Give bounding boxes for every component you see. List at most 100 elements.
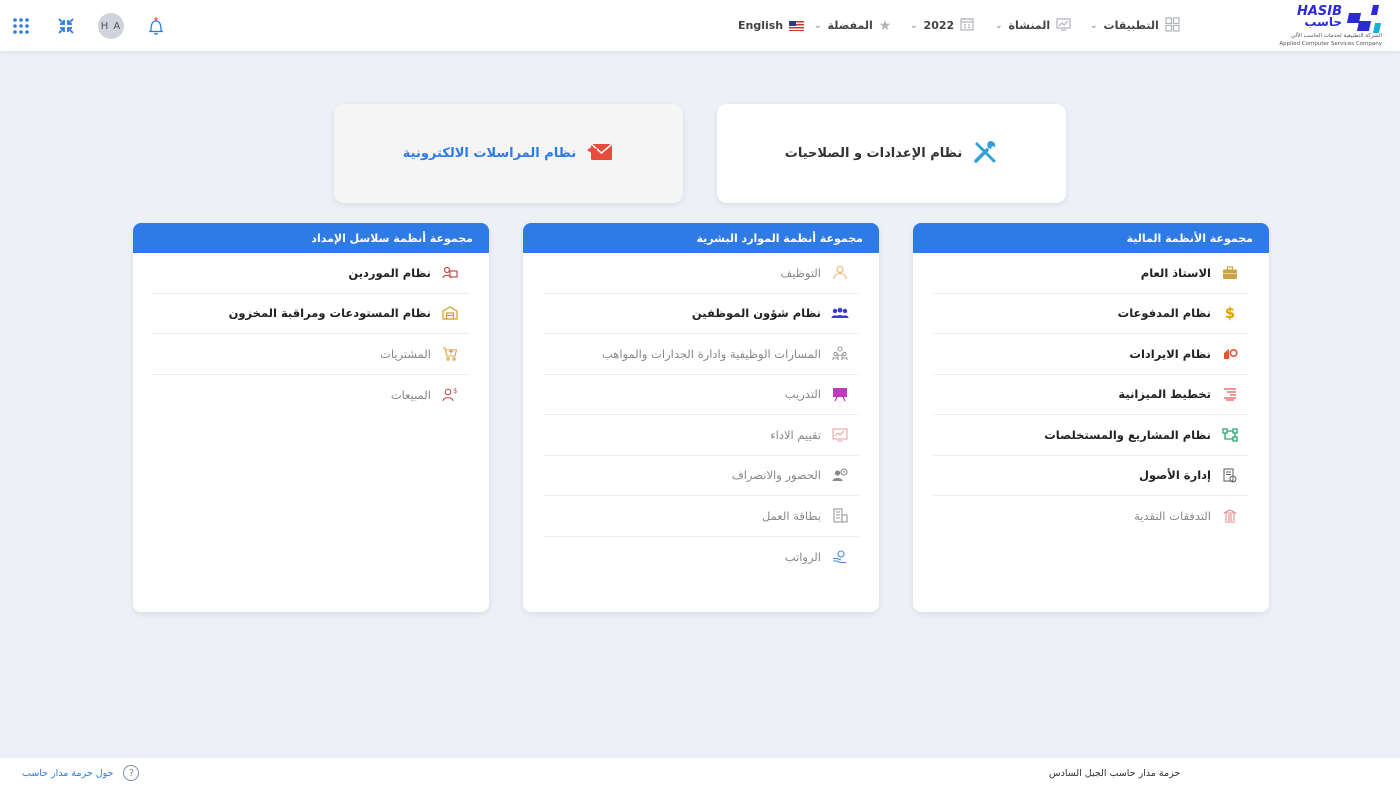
chart-icon — [1056, 17, 1071, 34]
briefcase-icon — [1221, 264, 1239, 282]
panel-header: مجموعة أنظمة سلاسل الإمداد — [133, 223, 489, 253]
help-icon: ? — [123, 765, 140, 781]
list-item-projects[interactable]: نظام المشاريع والمستخلصات — [933, 415, 1249, 456]
list-item-performance-evaluation[interactable]: تقييم الاداء — [543, 415, 859, 456]
about-label: حول حزمة مدار حاسب — [22, 767, 114, 779]
list-item-attendance[interactable]: الحضور والانصراف — [543, 456, 859, 496]
svg-text:$: $ — [453, 387, 457, 395]
evaluation-icon — [831, 426, 849, 444]
item-label: نظام الايرادات — [1129, 346, 1211, 361]
settings-permissions-card[interactable]: نظام الإعدادات و الصلاحيات — [717, 104, 1066, 203]
top-bar: H A English ⌄ المفضلة ★ ⌄ 2022 ⌄ المنشاة — [0, 0, 1400, 51]
attendance-icon — [831, 466, 849, 484]
employees-icon — [831, 304, 849, 322]
list-item-cash-flows[interactable]: التدفقات النقدية — [933, 496, 1249, 537]
item-label: نظام المستودعات ومراقبة المخزون — [228, 306, 431, 321]
logo-brand-ar: حاسب — [1304, 14, 1342, 29]
projects-icon — [1221, 426, 1239, 444]
logo-company-en: Applied Computer Services Company — [1279, 40, 1382, 47]
item-label: نظام الموردين — [348, 265, 431, 280]
item-label: إدارة الأصول — [1138, 468, 1211, 483]
list-item-payroll[interactable]: الرواتب — [543, 537, 859, 578]
career-icon — [831, 345, 849, 363]
item-label: التدريب — [784, 387, 821, 402]
list-item-purchases[interactable]: المشتريات — [153, 334, 469, 375]
recruit-icon — [831, 264, 849, 282]
year-label: 2022 — [923, 19, 955, 32]
warehouse-icon — [441, 304, 459, 322]
list-item-training[interactable]: التدريب — [543, 375, 859, 415]
mail-card-label: نظام المراسلات الالكترونية — [402, 146, 577, 161]
list-item-revenues[interactable]: نظام الايرادات — [933, 334, 1249, 375]
apps-icon — [1165, 16, 1180, 35]
e-correspondence-card[interactable]: نظام المراسلات الالكترونية — [334, 104, 683, 203]
facility-label: المنشاة — [1008, 19, 1051, 32]
sales-icon: $ — [441, 386, 459, 404]
chevron-down-icon: ⌄ — [910, 20, 918, 31]
list-item-career-paths[interactable]: المسارات الوظيفية وادارة الجدارات والموا… — [543, 334, 859, 375]
item-label: نظام المشاريع والمستخلصات — [1044, 427, 1211, 442]
panel-header: مجموعة أنظمة الموارد البشرية — [523, 223, 879, 253]
logo-mark — [1346, 4, 1382, 33]
chevron-down-icon: ⌄ — [814, 20, 822, 31]
list-item-general-ledger[interactable]: الاستاذ العام — [933, 253, 1249, 294]
cart-icon — [441, 345, 459, 363]
item-label: نظام شؤون الموظفين — [691, 306, 821, 321]
budget-icon — [1221, 385, 1239, 403]
about-link[interactable]: حول حزمة مدار حاسب ? — [22, 758, 140, 788]
item-label: تقييم الاداء — [770, 427, 821, 442]
applications-menu[interactable]: ⌄ التطبيقات — [1090, 0, 1180, 51]
suppliers-icon — [441, 264, 459, 282]
list-item-sales[interactable]: المبيعات $ — [153, 375, 469, 416]
settings-card-label: نظام الإعدادات و الصلاحيات — [784, 146, 963, 161]
item-label: الرواتب — [784, 549, 821, 564]
bank-icon — [1221, 507, 1239, 525]
list-item-budget-planning[interactable]: تخطيط الميزانية — [933, 375, 1249, 415]
list-item-assets[interactable]: إدارة الأصول — [933, 456, 1249, 496]
product-name: حزمة مدار حاسب الجيل السادس — [1049, 767, 1181, 779]
item-label: المبيعات — [390, 387, 431, 402]
item-label: تخطيط الميزانية — [1118, 387, 1211, 402]
year-selector[interactable]: ⌄ 2022 — [910, 0, 974, 51]
item-label: المشتريات — [380, 346, 431, 361]
language-selector[interactable]: English — [738, 0, 805, 51]
item-label: التوظيف — [780, 265, 821, 280]
star-icon: ★ — [878, 17, 892, 34]
user-avatar[interactable]: H A — [98, 13, 124, 39]
item-label: الاستاذ العام — [1140, 265, 1211, 280]
list-item-personnel-affairs[interactable]: نظام شؤون الموظفين — [543, 294, 859, 334]
item-label: التدفقات النقدية — [1134, 509, 1211, 524]
logo-company-ar: الشركة التطبيقية لخدمات الحاسب الآلي — [1290, 32, 1382, 39]
chevron-down-icon: ⌄ — [995, 20, 1003, 31]
us-flag-icon — [789, 20, 805, 31]
financial-systems-panel: مجموعة الأنظمة المالية الاستاذ العام نظا… — [913, 223, 1269, 612]
favorites-menu[interactable]: ⌄ المفضلة ★ — [814, 0, 891, 51]
list-item-work-card[interactable]: بطاقة العمل — [543, 496, 859, 537]
revenue-icon — [1221, 345, 1239, 363]
list-item-payments[interactable]: نظام المدفوعات $ — [933, 294, 1249, 334]
list-item-warehouses[interactable]: نظام المستودعات ومراقبة المخزون — [153, 294, 469, 334]
exit-fullscreen-icon[interactable] — [58, 0, 80, 51]
chevron-down-icon: ⌄ — [1090, 20, 1098, 31]
facility-selector[interactable]: ⌄ المنشاة — [995, 0, 1071, 51]
item-label: نظام المدفوعات — [1117, 306, 1211, 321]
item-label: بطاقة العمل — [761, 508, 821, 523]
assets-icon — [1221, 466, 1239, 484]
footer: حول حزمة مدار حاسب ? حزمة مدار حاسب الجي… — [0, 758, 1400, 788]
item-label: الحضور والانصراف — [731, 468, 821, 483]
apps-grid-icon[interactable] — [12, 0, 32, 51]
notification-bell-icon[interactable] — [148, 0, 166, 51]
payroll-icon — [831, 548, 849, 566]
item-label: المسارات الوظيفية وادارة الجدارات والموا… — [602, 346, 821, 361]
mail-icon — [586, 140, 614, 168]
tools-icon — [972, 139, 998, 169]
list-item-suppliers[interactable]: نظام الموردين — [153, 253, 469, 294]
dollar-icon: $ — [1224, 304, 1236, 323]
hr-systems-panel: مجموعة أنظمة الموارد البشرية التوظيف نظا… — [523, 223, 879, 612]
calendar-icon — [960, 17, 974, 34]
language-label: English — [738, 19, 784, 32]
applications-label: التطبيقات — [1103, 19, 1159, 32]
workcard-icon — [831, 507, 849, 525]
list-item-recruitment[interactable]: التوظيف — [543, 253, 859, 294]
supply-chain-panel: مجموعة أنظمة سلاسل الإمداد نظام الموردين… — [133, 223, 489, 612]
